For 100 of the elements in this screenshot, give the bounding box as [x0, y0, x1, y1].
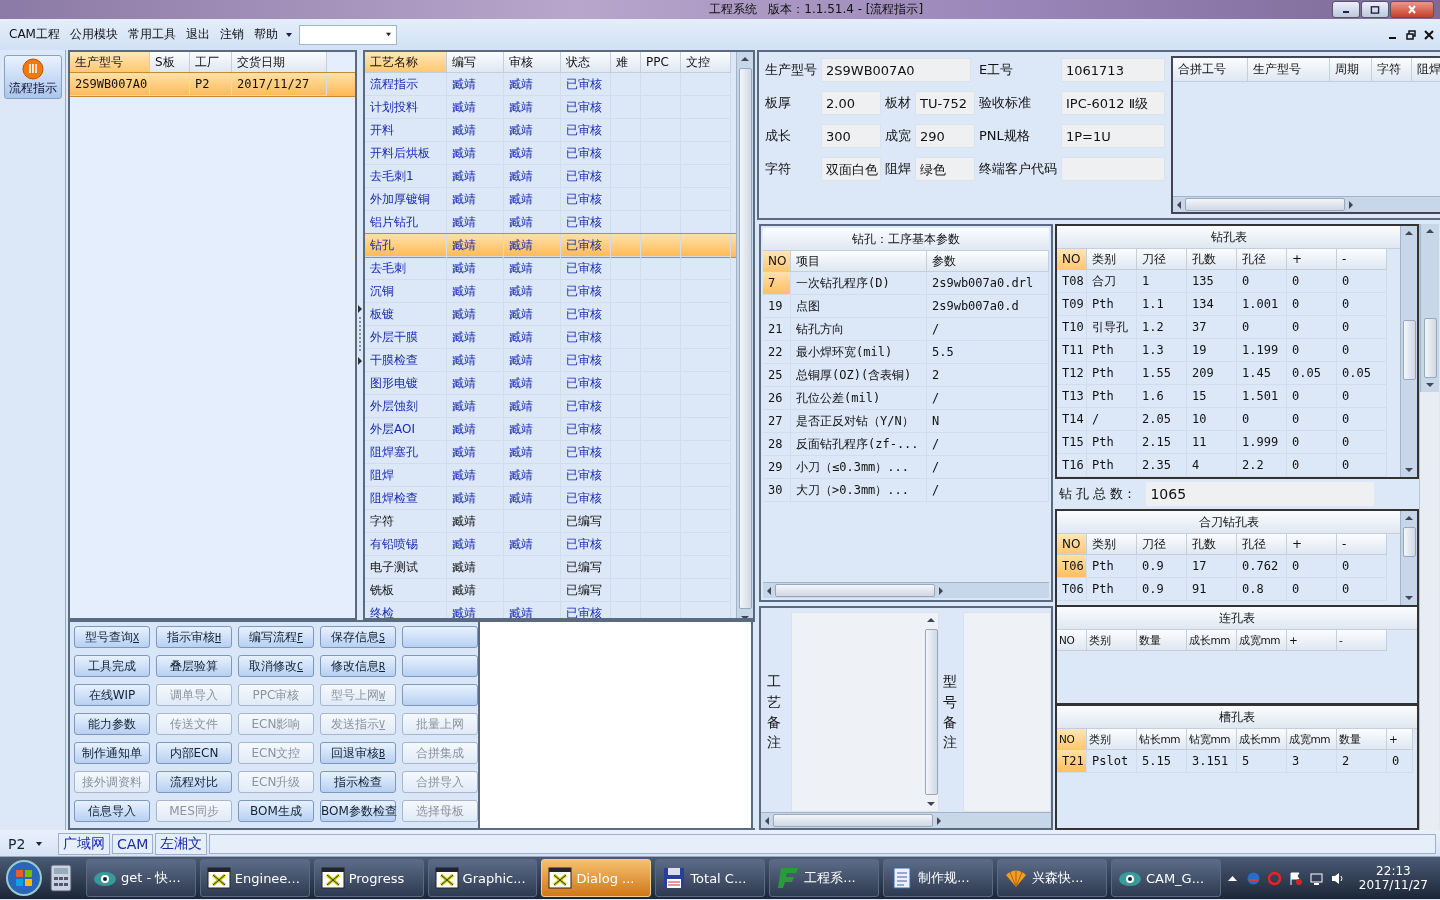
column-header[interactable]: 成长mm — [1187, 630, 1237, 651]
table-row[interactable]: 去毛刺 臧靖 臧靖 已审核 — [365, 257, 736, 280]
column-header[interactable]: 生产型号 — [70, 52, 150, 73]
table-row[interactable]: T15 Pth 2.15 11 1.999 0 0 — [1057, 431, 1400, 454]
column-header[interactable]: 成宽mm — [1287, 729, 1337, 750]
column-header[interactable]: 刀径 — [1137, 249, 1187, 270]
taskbar-button[interactable]: 工程系... — [769, 859, 880, 897]
table-row[interactable]: 有铅喷锡 臧靖 臧靖 已审核 — [365, 533, 736, 556]
column-header[interactable]: 阻焊 — [1412, 58, 1440, 82]
input-field[interactable]: 1065 — [1146, 482, 1375, 506]
column-header[interactable]: 项目 — [791, 251, 927, 272]
action-button[interactable]: 编写流程F — [238, 626, 314, 648]
sidebar-item[interactable]: 流程指示 — [4, 55, 62, 99]
clock-date[interactable]: 2017/11/27 — [1358, 878, 1428, 892]
table-row[interactable]: 外层蚀刻 臧靖 臧靖 已审核 — [365, 395, 736, 418]
input-field[interactable]: IPC-6012 Ⅱ级 — [1061, 91, 1165, 115]
table-row[interactable]: 图形电镀 臧靖 臧靖 已审核 — [365, 372, 736, 395]
column-header[interactable]: - — [1337, 630, 1387, 651]
table-row[interactable]: 电子测试 臧靖 已编写 — [365, 556, 736, 579]
column-header[interactable]: 成长mm — [1237, 729, 1287, 750]
table-row[interactable]: 板镀 臧靖 臧靖 已审核 — [365, 303, 736, 326]
table-row[interactable]: 阻焊塞孔 臧靖 臧靖 已审核 — [365, 441, 736, 464]
column-header[interactable]: PPC — [641, 52, 681, 73]
table-row[interactable]: T14 / 2.05 10 0 0 0 — [1057, 408, 1400, 431]
taskbar-button[interactable]: Progress — [313, 859, 424, 897]
column-header[interactable]: 孔径 — [1237, 249, 1287, 270]
column-header[interactable]: S板 — [150, 52, 190, 73]
column-header[interactable]: + — [1287, 534, 1337, 555]
column-header[interactable]: 刀径 — [1137, 534, 1187, 555]
menu-item[interactable]: 退出 — [180, 26, 215, 43]
table-row[interactable]: T13 Pth 1.6 15 1.501 0 0 — [1057, 385, 1400, 408]
table-row[interactable]: 阻焊检查 臧靖 臧靖 已审核 — [365, 487, 736, 510]
column-header[interactable]: + — [1287, 630, 1337, 651]
menu-item[interactable]: 常用工具 — [122, 26, 181, 43]
action-button[interactable]: 保存信息S — [320, 626, 396, 648]
table-row[interactable]: 外加厚镀铜 臧靖 臧靖 已审核 — [365, 188, 736, 211]
table-row[interactable]: T16 Pth 2.35 4 2.2 0 0 — [1057, 454, 1400, 477]
action-button[interactable]: 取消修改C — [238, 655, 314, 677]
action-button[interactable]: 指示审核H — [156, 626, 232, 648]
column-header[interactable]: 难 — [611, 52, 641, 73]
table-row[interactable]: 开料后烘板 臧靖 臧靖 已审核 — [365, 142, 736, 165]
table-row[interactable]: 开料 臧靖 臧靖 已审核 — [365, 119, 736, 142]
column-header[interactable]: 钻宽mm — [1187, 729, 1237, 750]
menu-item[interactable]: 公用模块 — [64, 26, 123, 43]
column-header[interactable]: 类别 — [1087, 534, 1137, 555]
action-button[interactable]: 流程对比 — [156, 771, 232, 793]
action-button[interactable]: 制作通知单 — [74, 742, 150, 764]
column-header[interactable]: 钻长mm — [1137, 729, 1187, 750]
action-button[interactable]: 在线WIP — [74, 684, 150, 706]
table-row[interactable]: 外层干膜 臧靖 臧靖 已审核 — [365, 326, 736, 349]
table-row[interactable]: T12 Pth 1.55 209 1.45 0.05 0.05 — [1057, 362, 1400, 385]
table-row[interactable]: T09 Pth 1.1 134 1.001 0 0 — [1057, 293, 1400, 316]
column-header[interactable]: NO — [1057, 534, 1087, 555]
input-field[interactable]: 300 — [821, 124, 881, 148]
column-header[interactable]: NO — [763, 251, 791, 272]
column-header[interactable]: 成宽mm — [1237, 630, 1287, 651]
taskbar-button[interactable]: Graphic... — [427, 859, 538, 897]
menu-item[interactable]: CAM工程 — [4, 26, 65, 43]
action-button[interactable]: 回退审核B — [320, 742, 396, 764]
table-row[interactable]: 2S9WB007A0 P2 2017/11/27 — [70, 73, 355, 96]
taskbar-button[interactable]: Enginee... — [199, 859, 310, 897]
table-row[interactable]: 去毛刺1 臧靖 臧靖 已审核 — [365, 165, 736, 188]
table-row[interactable]: 阻焊 臧靖 臧靖 已审核 — [365, 464, 736, 487]
table-row[interactable]: 干膜检查 臧靖 臧靖 已审核 — [365, 349, 736, 372]
column-header[interactable]: 交货日期 — [232, 52, 327, 73]
column-header[interactable]: - — [1337, 249, 1387, 270]
input-field[interactable]: TU-752 — [915, 91, 975, 115]
input-field[interactable]: 2.00 — [821, 91, 881, 115]
table-row[interactable]: T08 合刀 1 135 0 0 0 — [1057, 270, 1400, 293]
taskbar-button[interactable]: Total C... — [655, 859, 766, 897]
table-row[interactable]: 铣板 臧靖 已编写 — [365, 579, 736, 602]
column-header[interactable]: - — [1337, 534, 1387, 555]
table-row[interactable]: T11 Pth 1.3 19 1.199 0 0 — [1057, 339, 1400, 362]
input-field[interactable]: 1P=1U — [1061, 124, 1165, 148]
column-header[interactable]: 状态 — [561, 52, 611, 73]
table-row[interactable]: 钻孔 臧靖 臧靖 已审核 — [365, 234, 736, 257]
action-button[interactable]: 指示检查 — [320, 771, 396, 793]
input-field[interactable]: 绿色 — [915, 157, 975, 181]
action-button[interactable]: 型号查询X — [74, 626, 150, 648]
action-button[interactable]: BOM生成 — [238, 800, 314, 822]
column-header[interactable]: 参数 — [927, 251, 1049, 272]
column-header[interactable]: 字符 — [1372, 58, 1412, 82]
column-header[interactable]: NO — [1057, 630, 1087, 651]
input-field[interactable]: 1061713 — [1061, 58, 1165, 82]
column-header[interactable]: 周期 — [1330, 58, 1372, 82]
taskbar-button[interactable]: get - 快... — [85, 859, 196, 897]
action-button[interactable]: 能力参数 — [74, 713, 150, 735]
table-row[interactable]: 沉铜 臧靖 臧靖 已审核 — [365, 280, 736, 303]
menu-item[interactable]: 注销 — [214, 26, 249, 43]
taskbar-button[interactable]: 兴森快... — [997, 859, 1107, 897]
action-button[interactable]: 信息导入 — [74, 800, 150, 822]
column-header[interactable]: 孔数 — [1187, 249, 1237, 270]
clock-time[interactable]: 22:13 — [1376, 864, 1411, 878]
column-header[interactable]: 合拼工号 — [1173, 58, 1248, 82]
column-header[interactable]: 类别 — [1087, 630, 1137, 651]
table-row[interactable]: 字符 臧靖 已编写 — [365, 510, 736, 533]
column-header[interactable]: + — [1287, 249, 1337, 270]
column-header[interactable]: 数量 — [1337, 729, 1387, 750]
table-row[interactable]: T10 引导孔 1.2 37 0 0 0 — [1057, 316, 1400, 339]
column-header[interactable]: 数量 — [1137, 630, 1187, 651]
